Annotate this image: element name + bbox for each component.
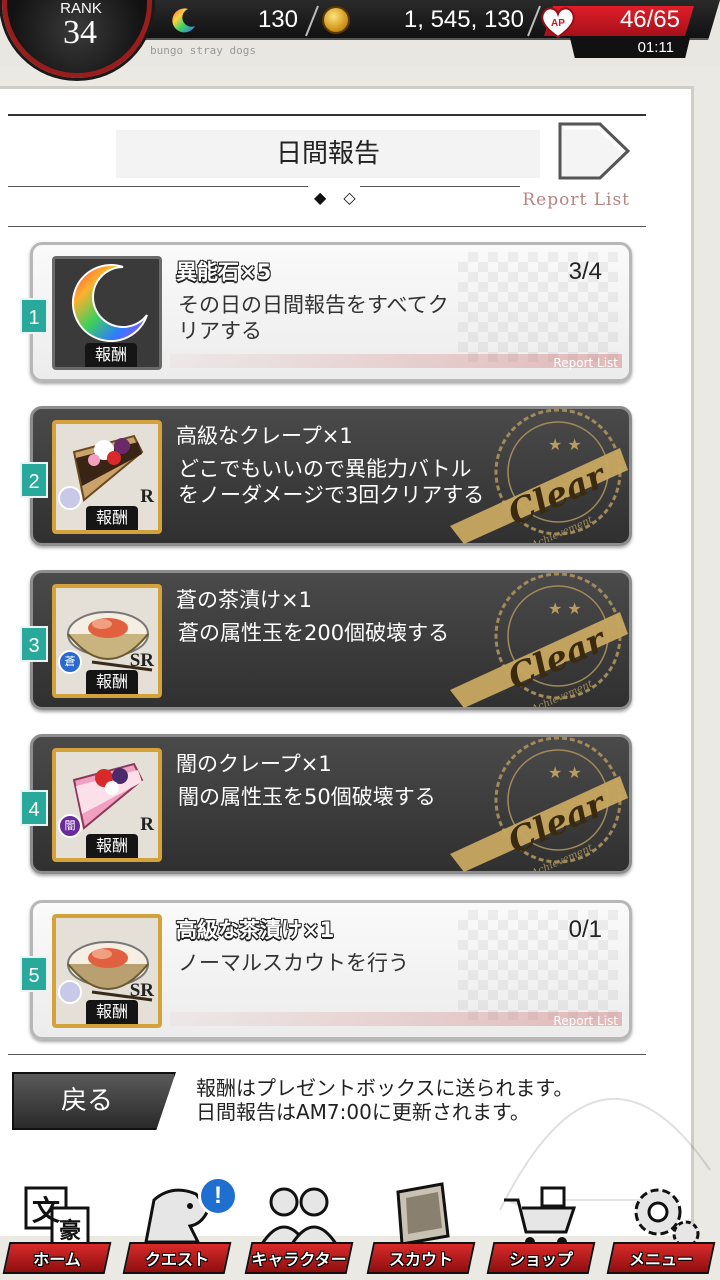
gear-icon bbox=[634, 1188, 700, 1248]
characters-icon bbox=[259, 1187, 339, 1246]
nav-label: ショップ bbox=[508, 1250, 573, 1269]
report-index: 2 bbox=[20, 462, 48, 498]
reward-name: 高級なクレープ×1 bbox=[176, 424, 353, 448]
coin-icon bbox=[322, 6, 350, 34]
svg-text:文: 文 bbox=[32, 1194, 60, 1227]
nav-label: スカウト bbox=[388, 1250, 453, 1269]
clear-stamp-icon: Clear Achievement ★ ★ bbox=[450, 736, 628, 872]
ability-stone-icon bbox=[172, 8, 195, 33]
reward-name: 闇のクレープ×1 bbox=[176, 752, 332, 776]
bungo-emblem-icon: 文 豪 bbox=[24, 1186, 90, 1246]
reward-thumbnail: R 報酬 bbox=[52, 420, 162, 534]
brand-text: bungo stray dogs bbox=[150, 44, 256, 57]
svg-text:★ ★: ★ ★ bbox=[548, 435, 582, 454]
reward-tag: 報酬 bbox=[86, 1000, 138, 1024]
nav-scout[interactable]: スカウト bbox=[366, 1176, 476, 1280]
nav-menu[interactable]: メニュー bbox=[606, 1176, 716, 1280]
nav-shop[interactable]: ショップ bbox=[486, 1176, 596, 1280]
reward-thumbnail: SR 報酬 bbox=[52, 914, 162, 1028]
stamina-count: 46/65 bbox=[619, 6, 680, 33]
report-list-label: Report List bbox=[522, 190, 630, 210]
scout-book-icon bbox=[396, 1182, 450, 1246]
attribute-icon: 闇 bbox=[58, 814, 82, 838]
reward-name: 異能石×5 bbox=[176, 260, 272, 284]
shop-cart-icon bbox=[504, 1186, 577, 1247]
status-bar: RANK 34 130 1, 545, 130 AP 46/65 01:11 b… bbox=[0, 0, 720, 78]
nav-label: ホーム bbox=[33, 1250, 81, 1269]
divider bbox=[8, 186, 308, 187]
reward-tag: 報酬 bbox=[86, 834, 138, 858]
attribute-icon: 蒼 bbox=[58, 650, 82, 674]
card-report-list-label: Report List bbox=[553, 356, 618, 370]
reward-thumbnail: 闇 R 報酬 bbox=[52, 748, 162, 862]
back-button-label: 戻る bbox=[60, 1086, 113, 1116]
attribute-icon bbox=[58, 980, 82, 1004]
coin-count: 1, 545, 130 bbox=[403, 6, 524, 33]
reward-name: 高級な茶漬け×1 bbox=[176, 918, 335, 942]
rank-value: 34 bbox=[63, 14, 97, 51]
reward-thumbnail: 蒼 SR 報酬 bbox=[52, 584, 162, 698]
mission-progress: 0/1 bbox=[568, 916, 602, 943]
rarity-label: R bbox=[140, 814, 154, 835]
stamina-timer: 01:11 bbox=[637, 39, 674, 56]
rarity-label: SR bbox=[129, 650, 154, 671]
nav-home[interactable]: 文 豪 ホーム bbox=[2, 1176, 112, 1280]
reward-tag: 報酬 bbox=[85, 343, 137, 367]
separator bbox=[305, 5, 319, 37]
divider bbox=[8, 226, 646, 227]
reward-name: 蒼の茶漬け×1 bbox=[176, 588, 312, 612]
nav-characters[interactable]: キャラクター bbox=[244, 1176, 354, 1280]
svg-text:★ ★: ★ ★ bbox=[548, 763, 582, 782]
reward-thumbnail: 報酬 bbox=[52, 256, 162, 370]
clear-stamp-icon: Clear Achievement ★ ★ bbox=[450, 572, 628, 708]
nav-label: クエスト bbox=[144, 1250, 209, 1269]
divider bbox=[360, 186, 520, 187]
report-card-4[interactable]: 闇 R 報酬 4 闇のクレープ×1 闇の属性玉を50個破壊する Clear Ac… bbox=[20, 734, 632, 874]
report-card-5[interactable]: SR 報酬 5 高級な茶漬け×1 ノーマルスカウトを行う 0/1 Report … bbox=[20, 900, 632, 1040]
next-page-arrow-button[interactable] bbox=[556, 120, 632, 182]
attribute-icon bbox=[58, 486, 82, 510]
clear-stamp-icon: Clear Achievement ★ ★ bbox=[450, 408, 628, 544]
report-index: 1 bbox=[20, 298, 48, 334]
svg-text:豪: 豪 bbox=[59, 1218, 81, 1244]
ability-stone-count: 130 bbox=[257, 6, 298, 33]
rainbow-moon-icon bbox=[71, 264, 148, 343]
svg-text:★ ★: ★ ★ bbox=[548, 599, 582, 618]
report-index: 5 bbox=[20, 956, 48, 992]
page-title: 日間報告 bbox=[116, 130, 540, 178]
reward-tag: 報酬 bbox=[86, 506, 138, 530]
svg-text:AP: AP bbox=[551, 18, 565, 29]
ap-heart-icon: AP bbox=[541, 7, 575, 39]
report-index: 3 bbox=[20, 626, 48, 662]
nav-label: メニュー bbox=[628, 1250, 693, 1269]
report-card-1[interactable]: 報酬 1 異能石×5 その日の日間報告をすべてク リアする 3/4 Report… bbox=[20, 242, 632, 382]
bottom-navigation: 文 豪 ホーム クエスト キャラクター スカウト ショップ メニュー bbox=[0, 1176, 720, 1280]
page-indicator: ◆ ◇ bbox=[314, 188, 362, 207]
rarity-label: SR bbox=[129, 980, 154, 1001]
nav-label: キャラクター bbox=[251, 1250, 347, 1269]
report-card-3[interactable]: 蒼 SR 報酬 3 蒼の茶漬け×1 蒼の属性玉を200個破壊する Clear A… bbox=[20, 570, 632, 710]
card-report-list-label: Report List bbox=[553, 1014, 618, 1028]
quest-notification-badge: ! bbox=[198, 1176, 238, 1216]
back-button[interactable]: 戻る bbox=[12, 1072, 176, 1130]
mission-text: ノーマルスカウトを行う bbox=[178, 951, 409, 975]
mission-progress: 3/4 bbox=[568, 258, 602, 285]
mission-text: その日の日間報告をすべてク リアする bbox=[178, 293, 449, 343]
report-card-2[interactable]: R 報酬 2 高級なクレープ×1 どこでもいいので異能力バトル をノーダメージで… bbox=[20, 406, 632, 546]
rarity-label: R bbox=[140, 486, 154, 507]
report-index: 4 bbox=[20, 790, 48, 826]
reward-tag: 報酬 bbox=[86, 670, 138, 694]
divider bbox=[8, 114, 646, 116]
